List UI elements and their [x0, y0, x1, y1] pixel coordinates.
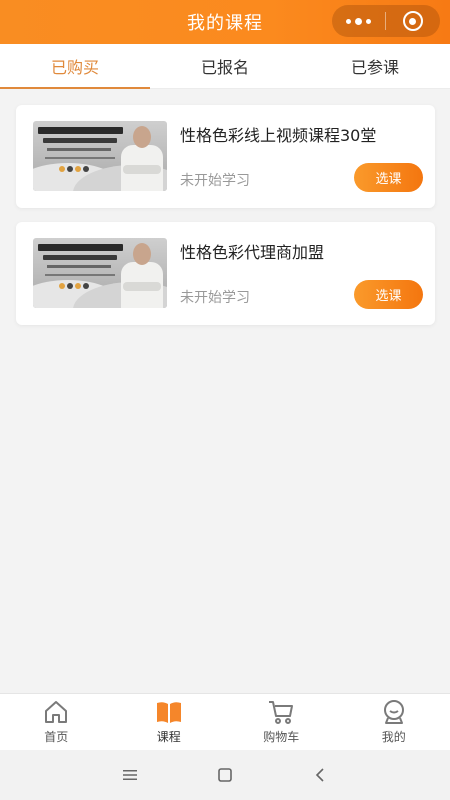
course-title: 性格色彩线上视频课程30堂: [180, 126, 377, 145]
mini-program-capsule: [332, 5, 440, 37]
tab-registered[interactable]: 已报名: [150, 44, 300, 88]
course-card[interactable]: 性格色彩线上视频课程30堂 未开始学习 选课: [16, 105, 435, 208]
nav-label: 首页: [44, 730, 69, 744]
back-icon: [315, 768, 324, 782]
close-mini-program-button[interactable]: [386, 5, 439, 37]
tab-purchased[interactable]: 已购买: [0, 44, 150, 89]
nav-label: 购物车: [263, 730, 300, 744]
nav-label: 我的: [381, 730, 406, 744]
system-menu-button[interactable]: [83, 750, 178, 800]
capsule-target-icon: [402, 11, 423, 31]
home-icon: [45, 701, 68, 723]
course-status: 未开始学习: [180, 173, 250, 189]
select-course-button[interactable]: 选课: [354, 163, 423, 192]
system-home-button[interactable]: [178, 750, 273, 800]
more-button[interactable]: [332, 5, 385, 37]
nav-label: 课程: [156, 730, 181, 744]
course-cover-image: [33, 121, 167, 191]
course-status: 未开始学习: [180, 290, 250, 306]
nav-courses[interactable]: 课程: [113, 694, 226, 750]
nav-home[interactable]: 首页: [0, 694, 113, 750]
book-icon: [156, 702, 181, 723]
bottom-tab-bar: 首页 课程 购物车 我的: [0, 693, 450, 750]
nav-profile[interactable]: 我的: [338, 694, 450, 750]
tab-attended[interactable]: 已参课: [300, 44, 450, 88]
system-back-button[interactable]: [273, 750, 368, 800]
more-dots-icon: [346, 17, 371, 25]
system-navigation-bar: [0, 750, 450, 800]
course-tabs: 已购买 已报名 已参课: [0, 44, 450, 89]
menu-icon: [123, 770, 137, 780]
page-title: 我的课程: [187, 13, 263, 34]
select-course-button[interactable]: 选课: [354, 280, 423, 309]
profile-icon: [383, 700, 404, 724]
course-cover-image: [33, 238, 167, 308]
course-title: 性格色彩代理商加盟: [180, 243, 325, 262]
course-card[interactable]: 性格色彩代理商加盟 未开始学习 选课: [16, 222, 435, 325]
home-square-icon: [218, 768, 232, 782]
cart-icon: [269, 701, 294, 724]
nav-cart[interactable]: 购物车: [225, 694, 338, 750]
title-bar: 我的课程: [0, 0, 450, 44]
